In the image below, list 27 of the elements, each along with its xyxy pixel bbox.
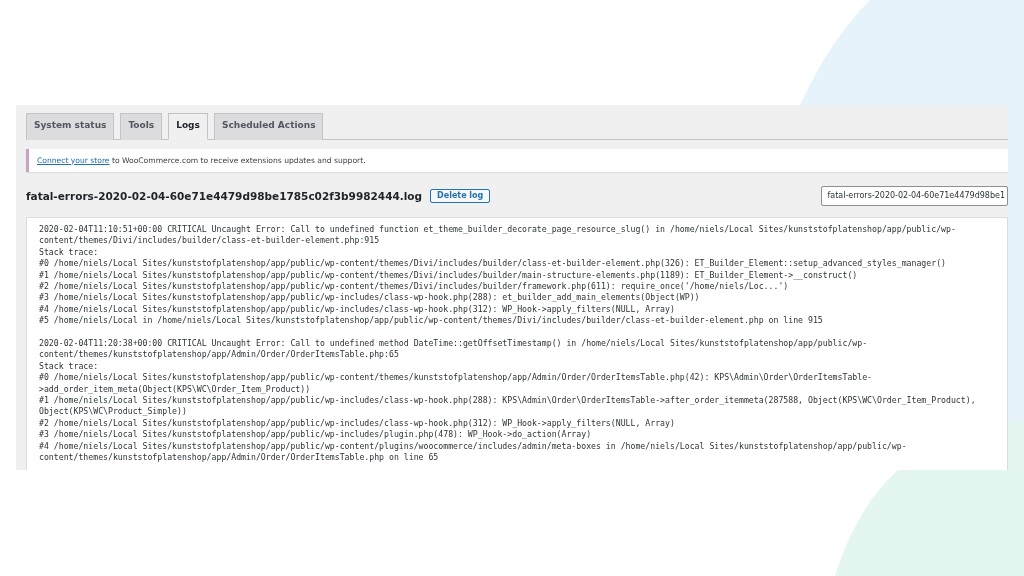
log-line: Stack trace: — [39, 246, 100, 259]
log-line: #3 /home/niels/Local Sites/kunststofplatenshop/app/public/wp-includes/class-wp-hook.php(288): et_builder_add_main_elements(Object(WP)) — [39, 292, 701, 304]
log-line: #5 /home/niels/Local in /home/niels/Local Sites/kunststofplatenshop/app/public/wp-content/themes/Divi/includes/builder/class-et-builder-element.php on line 915 — [39, 315, 824, 327]
tab[interactable]: System status — [26, 113, 115, 140]
log-line: #2 /home/niels/Local Sites/kunststofplatenshop/app/public/wp-content/themes/Divi/includes/builder/framework.php(611): require_once('/home/niels/Loc...') — [39, 280, 790, 293]
log-line: #3 /home/niels/Local Sites/kunststofplatenshop/app/public/wp-includes/plugin.php(478): WP_Hook->do_action(Array) — [39, 429, 593, 441]
log-line: content/themes/kunststofplatenshop/app/Admin/Order/OrderItemsTable.php:65 — [39, 349, 400, 361]
log-line: Stack trace: — [39, 360, 100, 373]
tab[interactable]: Tools — [120, 113, 163, 140]
log-line: 2020-02-04T11:10:51+00:00 CRITICAL Uncaught Error: Call to undefined function et_theme_builder_decorate_page_resource_slug() in /home/niels/Local Sites/kunststofplatenshop/app/public/wp- — [39, 223, 957, 236]
log-line: content/themes/Divi/includes/builder/class-et-builder-element.php:915 — [39, 235, 381, 247]
log-title: fatal-errors-2020-02-04-60e71e4479d98be1785c02f3b9982444.log — [26, 189, 423, 203]
log-line: #0 /home/niels/Local Sites/kunststofplatenshop/app/public/wp-content/themes/kunststofplatenshop/app/Admin/Order/OrderItemsTable.php(42): KPS\Admin\Order\OrderItemsTable- — [39, 372, 874, 384]
log-line: Object(KPS\WC\Product_Simple)) — [39, 406, 188, 418]
log-line: >add_order_item_meta(Object(KPS\WC\Order_Item_Product)) — [39, 383, 312, 395]
log-line: #4 /home/niels/Local Sites/kunststofplatenshop/app/public/wp-content/plugins/woocommerce/includes/admin/meta-boxes in /home/niels/Local Sites/kunststofplatenshop/app/public/wp- — [39, 440, 908, 452]
log-line: #1 /home/niels/Local Sites/kunststofplatenshop/app/public/wp-content/themes/Divi/includes/builder/main-structure-elements.php(1189): ET_Builder_Element->__construct() — [39, 269, 859, 281]
delete-log-button[interactable]: Delete log — [430, 188, 491, 204]
log-line: content/themes/kunststofplatenshop/app/Admin/Order/OrderItemsTable.php on line 65 — [39, 452, 440, 464]
tab[interactable]: Scheduled Actions — [213, 113, 324, 140]
tab[interactable]: Logs — [168, 113, 208, 140]
log-line: #0 /home/niels/Local Sites/kunststofplatenshop/app/public/wp-content/themes/Divi/includes/builder/class-et-builder-element.php(326): ET_Builder_Element::setup_advanced_styles_manager() — [39, 258, 947, 270]
log-line: #1 /home/niels/Local Sites/kunststofplatenshop/app/public/wp-includes/class-wp-hook.php(288): KPS\Admin\Order\OrderItemsTable->after_order_itemmeta(287588, Object(KPS\WC\Order_Item_Product), — [39, 394, 977, 407]
log-select[interactable]: fatal-errors-2020-02-04-60e71e4479d98be1 — [821, 185, 1008, 206]
log-line: #4 /home/niels/Local Sites/kunststofplatenshop/app/public/wp-includes/class-wp-hook.php(312): WP_Hook->apply_filters(NULL, Array) — [39, 303, 676, 316]
log-line: #2 /home/niels/Local Sites/kunststofplatenshop/app/public/wp-includes/class-wp-hook.php(312): WP_Hook->apply_filters(NULL, Array) — [39, 417, 676, 430]
log-line: 2020-02-04T11:20:38+00:00 CRITICAL Uncaught Error: Call to undefined method DateTime::getOffsetTimestamp() in /home/niels/Local Sites/kunststofplatenshop/app/public/wp- — [39, 337, 869, 350]
